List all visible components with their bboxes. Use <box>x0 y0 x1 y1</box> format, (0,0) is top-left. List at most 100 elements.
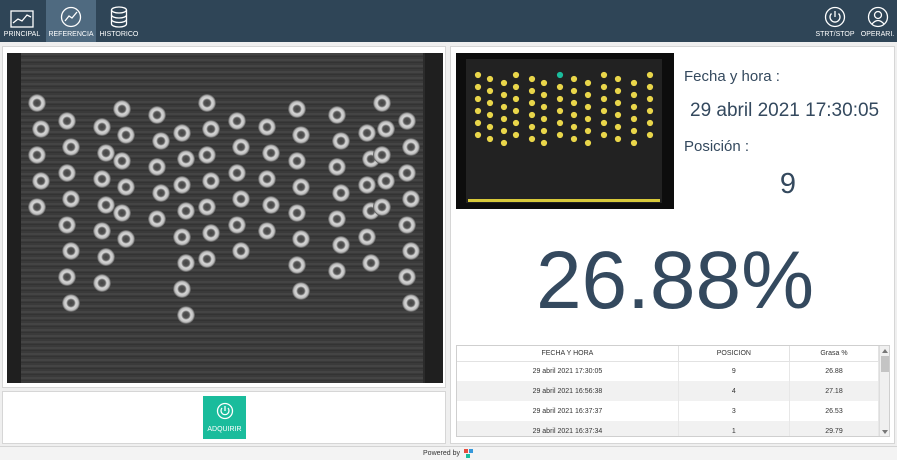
thumbnail-ring <box>527 74 537 84</box>
thumbnail-ring <box>613 98 623 108</box>
thumbnail-ring <box>527 110 537 120</box>
table-row[interactable]: 29 abril 2021 16:37:37 3 26.53 <box>457 401 880 421</box>
powered-by-text: Powered by <box>423 450 460 457</box>
thumbnail-ring <box>555 70 565 80</box>
scan-ring <box>28 146 46 164</box>
thumbnail-ring <box>473 106 483 116</box>
acquire-button[interactable]: ADQUIRIR <box>203 396 246 439</box>
nav-principal[interactable]: PRINCIPAL <box>0 0 44 42</box>
operator-label: OPERARI. <box>860 31 895 38</box>
thumbnail-ring <box>473 82 483 92</box>
nav-referencia-label: REFERENCIA <box>48 31 94 38</box>
thumbnail-ring <box>599 118 609 128</box>
thumbnail-ring <box>485 74 495 84</box>
scan-ring <box>117 178 135 196</box>
col-header-posicion[interactable]: POSICION <box>678 346 790 362</box>
scroll-up-icon[interactable] <box>882 349 888 353</box>
scan-ring <box>117 126 135 144</box>
thumbnail-ring <box>511 70 521 80</box>
thumbnail-ring <box>555 118 565 128</box>
scan-ring <box>398 216 416 234</box>
scan-ring <box>232 138 250 156</box>
start-stop-button[interactable]: STRT/STOP <box>814 0 856 42</box>
scan-image-panel <box>2 46 446 388</box>
scroll-thumb[interactable] <box>881 356 889 372</box>
thumbnail-ring <box>555 130 565 140</box>
col-header-grasa[interactable]: Grasa % <box>789 346 880 362</box>
cell-grasa: 26.53 <box>789 401 880 421</box>
cell-posicion: 4 <box>678 381 790 401</box>
nav-historico[interactable]: HISTORICO <box>98 0 140 42</box>
cell-grasa: 26.88 <box>789 361 880 381</box>
line-chart-icon <box>10 10 34 28</box>
thumbnail-ring <box>499 102 509 112</box>
thumbnail-ring <box>499 90 509 100</box>
scan-ring <box>97 144 115 162</box>
thumbnail-ring <box>473 130 483 140</box>
thumbnail-ring <box>645 94 655 104</box>
thumbnail-ring <box>599 70 609 80</box>
scan-ring <box>93 222 111 240</box>
thumbnail-ring <box>499 114 509 124</box>
table-row[interactable]: 29 abril 2021 16:37:34 1 29.79 <box>457 421 880 436</box>
scan-ring <box>97 248 115 266</box>
nav-referencia[interactable]: REFERENCIA <box>46 0 96 42</box>
thumbnail-ring <box>569 86 579 96</box>
table-row[interactable]: 29 abril 2021 17:30:05 9 26.88 <box>457 361 880 381</box>
col-header-fecha[interactable]: FECHA Y HORA <box>457 346 679 362</box>
thumbnail-ring <box>485 86 495 96</box>
thumbnail-ring <box>555 94 565 104</box>
scan-ring <box>292 126 310 144</box>
posicion-label: Posición : <box>684 138 750 155</box>
thumbnail-ring <box>499 138 509 148</box>
scroll-down-icon[interactable] <box>882 430 888 434</box>
thumbnail-ring <box>569 74 579 84</box>
scan-ring <box>258 222 276 240</box>
scan-ring <box>93 170 111 188</box>
scan-ring <box>28 198 46 216</box>
fecha-value: 29 abril 2021 17:30:05 <box>690 100 880 121</box>
fat-percentage: 26.88% <box>535 235 815 326</box>
scan-ring <box>177 306 195 324</box>
scan-ring <box>328 106 346 124</box>
scan-ring <box>258 170 276 188</box>
scan-ring <box>148 106 166 124</box>
thumbnail-ring <box>539 90 549 100</box>
scan-ring <box>373 94 391 112</box>
scan-ring <box>358 124 376 142</box>
thumbnail-ring <box>583 90 593 100</box>
thumbnail-ring <box>473 94 483 104</box>
scan-ring <box>373 146 391 164</box>
thumbnail-ring <box>599 94 609 104</box>
thumbnail-ring <box>499 78 509 88</box>
cell-posicion: 1 <box>678 421 790 436</box>
thumbnail-ring <box>539 126 549 136</box>
table-row[interactable]: 29 abril 2021 16:56:38 4 27.18 <box>457 381 880 401</box>
scan-ring <box>28 94 46 112</box>
thumbnail-ring <box>583 126 593 136</box>
thumbnail-ring <box>599 106 609 116</box>
thumbnail-ring <box>629 102 639 112</box>
scan-ring <box>198 146 216 164</box>
scan-ring <box>332 236 350 254</box>
power-icon <box>216 402 233 420</box>
thumbnail-ring <box>527 134 537 144</box>
thumbnail-ring <box>485 134 495 144</box>
scan-ring <box>202 172 220 190</box>
scan-ring <box>402 190 420 208</box>
footer: Powered by <box>0 446 897 460</box>
scan-ring <box>148 210 166 228</box>
scan-ring <box>152 132 170 150</box>
scan-ring <box>93 118 111 136</box>
thumbnail-ring <box>645 82 655 92</box>
operator-button[interactable]: OPERARI. <box>858 0 897 42</box>
thumbnail-ring <box>511 106 521 116</box>
table-scrollbar[interactable] <box>879 346 889 436</box>
thumbnail-ring <box>613 122 623 132</box>
thumbnail-ring <box>511 94 521 104</box>
scan-ring <box>152 184 170 202</box>
cell-grasa: 29.79 <box>789 421 880 436</box>
thumbnail-ring <box>613 86 623 96</box>
scan-ring <box>113 152 131 170</box>
scan-ring <box>377 172 395 190</box>
